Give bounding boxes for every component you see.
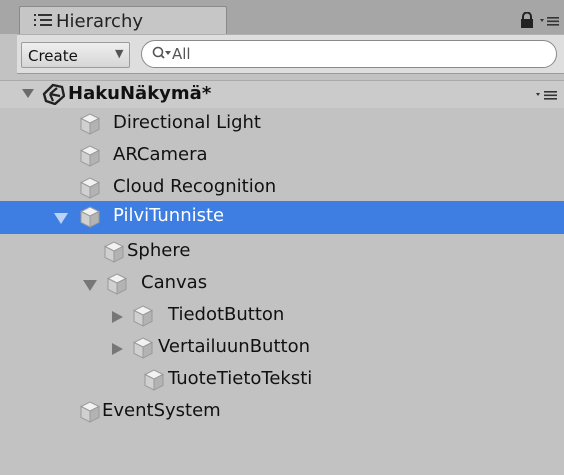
tree-item-directional-light[interactable]: Directional Light <box>0 108 564 141</box>
gameobject-cube-icon <box>79 113 101 135</box>
expand-right-icon[interactable] <box>110 311 124 323</box>
chevron-down-icon: ▼ <box>115 47 124 60</box>
context-menu-icon[interactable] <box>540 16 560 26</box>
tab-hierarchy-label: Hierarchy <box>56 11 144 32</box>
tree-item-pilvitunniste[interactable]: PilviTunniste <box>0 201 564 234</box>
gameobject-cube-icon <box>143 369 165 391</box>
hierarchy-toolbar: Create ▼ <box>17 34 564 74</box>
unity-logo-icon <box>42 83 65 105</box>
tree-item-label: Canvas <box>141 272 208 293</box>
tree-item-label: Directional Light <box>113 112 261 133</box>
gameobject-cube-icon <box>79 145 101 167</box>
tree-item-label: PilviTunniste <box>113 205 225 226</box>
tree-item-label: TuoteTietoTeksti <box>168 368 313 389</box>
tree-item-tuotetietoteksti[interactable]: TuoteTietoTeksti <box>0 364 564 397</box>
gameobject-cube-icon <box>79 206 101 228</box>
tree-item-tiedotbutton[interactable]: TiedotButton <box>0 300 564 333</box>
expand-right-icon[interactable] <box>110 343 124 355</box>
expand-down-icon[interactable] <box>22 87 34 99</box>
gameobject-cube-icon <box>132 337 154 359</box>
gameobject-cube-icon <box>79 401 101 423</box>
tree-item-sphere[interactable]: Sphere <box>0 236 564 269</box>
tree-item-arcamera[interactable]: ARCamera <box>0 140 564 173</box>
tree-item-label: VertailuunButton <box>158 336 310 357</box>
tree-item-canvas[interactable]: Canvas <box>0 268 564 301</box>
gameobject-cube-icon <box>106 273 128 295</box>
expand-down-icon[interactable] <box>83 279 97 291</box>
scene-name: HakuNäkymä* <box>68 83 212 104</box>
create-label: Create <box>28 47 78 65</box>
hierarchy-list-icon <box>34 14 52 26</box>
tree-item-vertailuunbutton[interactable]: VertailuunButton <box>0 332 564 365</box>
lock-icon[interactable] <box>520 12 534 28</box>
tree-item-label: Cloud Recognition <box>113 176 277 197</box>
create-dropdown-button[interactable]: Create ▼ <box>21 42 130 68</box>
scene-header[interactable]: HakuNäkymä* <box>0 80 564 108</box>
expand-down-icon[interactable] <box>54 212 68 224</box>
tree-item-label: Sphere <box>127 240 191 261</box>
gameobject-cube-icon <box>132 305 154 327</box>
tree-item-label: TiedotButton <box>168 304 285 325</box>
gameobject-cube-icon <box>103 241 125 263</box>
tree-item-eventsystem[interactable]: EventSystem <box>0 396 564 429</box>
scene-menu-icon[interactable] <box>536 90 558 100</box>
tree-item-label: EventSystem <box>102 400 221 421</box>
search-field[interactable] <box>141 40 557 68</box>
tab-strip: Hierarchy <box>0 0 564 34</box>
tree-item-label: ARCamera <box>113 144 208 165</box>
hierarchy-panel: Hierarchy Create ▼ All HakuNäkymä* Direc… <box>0 0 564 475</box>
tab-hierarchy[interactable]: Hierarchy <box>19 6 227 34</box>
search-icon[interactable] <box>152 46 172 62</box>
hierarchy-tree: HakuNäkymä* Directional Light ARCamera C… <box>0 74 564 475</box>
gameobject-cube-icon <box>79 177 101 199</box>
search-input[interactable] <box>172 44 532 64</box>
